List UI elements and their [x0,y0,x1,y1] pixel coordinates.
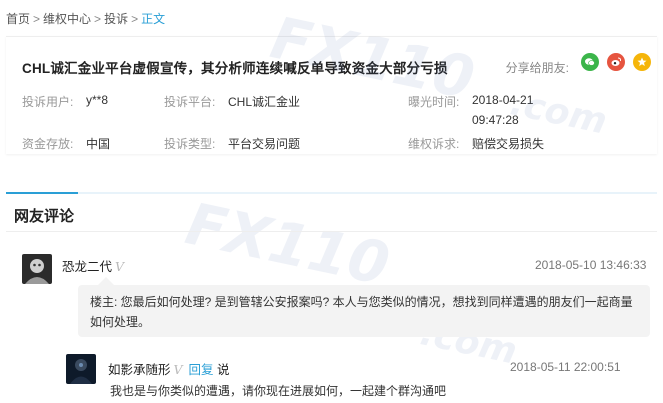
breadcrumb-current: 正文 [141,12,166,26]
field-value: 09:47:28 [472,113,519,127]
complaint-user-field: 投诉用户: [22,93,73,110]
qzone-icon[interactable] [633,53,651,71]
field-value: 平台交易问题 [228,137,301,151]
avatar[interactable] [22,254,52,284]
complaint-card: CHL诚汇金业平台虚假宣传，其分析师连续喊反单导致资金大部分亏损 分享给朋友: … [6,36,657,154]
complaint-title: CHL诚汇金业平台虚假宣传，其分析师连续喊反单导致资金大部分亏损 [22,61,448,76]
field-label: 投诉用户: [22,95,74,109]
deposit-field: 资金存放: [22,135,73,152]
breadcrumb-separator: > [33,12,41,26]
field-label: 维权诉求: [408,137,460,151]
verified-badge: V [173,362,183,377]
field-value: 赔偿交易损失 [472,137,545,151]
share-label: 分享给朋友: [505,61,569,75]
breadcrumb-separator: > [131,12,139,26]
field-label: 投诉平台: [164,95,216,109]
breadcrumb-home[interactable]: 首页 [6,12,30,26]
field-label: 资金存放: [22,137,74,151]
exposure-date-value: 2018-04-21 [472,93,533,107]
field-value: 2018-04-21 [472,93,534,107]
comments-section-title: 网友评论 [14,208,75,225]
deposit-value: 中国 [86,135,110,152]
field-value: y**8 [86,93,109,107]
field-value[interactable]: CHL诚汇金业 [228,95,300,109]
verified-badge: V [115,259,125,274]
complaint-user-value: y**8 [86,93,108,107]
section-divider [6,192,657,194]
weibo-icon[interactable] [607,53,625,71]
divider [6,231,657,232]
comment-text: 楼主: 您最后如何处理? 是到管辖公安报案吗? 本人与您类似的情况，想找到同样遭… [78,277,650,337]
reply-author-name[interactable]: 如影承随形 [108,363,171,377]
reply-timestamp: 2018-05-11 22:00:51 [510,360,621,374]
complaint-type-field: 投诉类型: [164,135,215,152]
reply-link[interactable]: 回复 [189,363,214,377]
comment-author[interactable]: 恐龙二代 V [62,256,124,275]
wechat-icon[interactable] [581,53,599,71]
complaint-type-value: 平台交易问题 [228,135,300,152]
breadcrumb: 首页 > 维权中心 > 投诉 > 正文 [6,10,165,27]
exposure-time-field: 曝光时间: [408,93,459,110]
complaint-platform-field: 投诉平台: [164,93,215,110]
avatar[interactable] [66,354,96,384]
say-label: 说 [217,363,230,377]
claim-field: 维权诉求: [408,135,459,152]
claim-value: 赔偿交易损失 [472,135,544,152]
field-value: 中国 [86,137,111,151]
breadcrumb-complaints[interactable]: 投诉 [104,12,128,26]
reply-text: 我也是与你类似的遭遇，请你现在进展如何，一起建个群沟通吧 [110,384,447,398]
field-label: 曝光时间: [408,95,460,109]
field-label: 投诉类型: [164,137,216,151]
breadcrumb-separator: > [94,12,102,26]
watermark-logo: FX110 [180,189,396,299]
complaint-platform-value[interactable]: CHL诚汇金业 [228,93,300,110]
comment-timestamp: 2018-05-10 13:46:33 [535,258,647,272]
reply-author[interactable]: 如影承随形 V 回复 说 [108,359,230,378]
breadcrumb-rights-center[interactable]: 维权中心 [43,12,91,26]
share-icons [581,53,651,71]
exposure-time-value: 09:47:28 [472,113,519,127]
comment-author-name[interactable]: 恐龙二代 [62,260,112,274]
